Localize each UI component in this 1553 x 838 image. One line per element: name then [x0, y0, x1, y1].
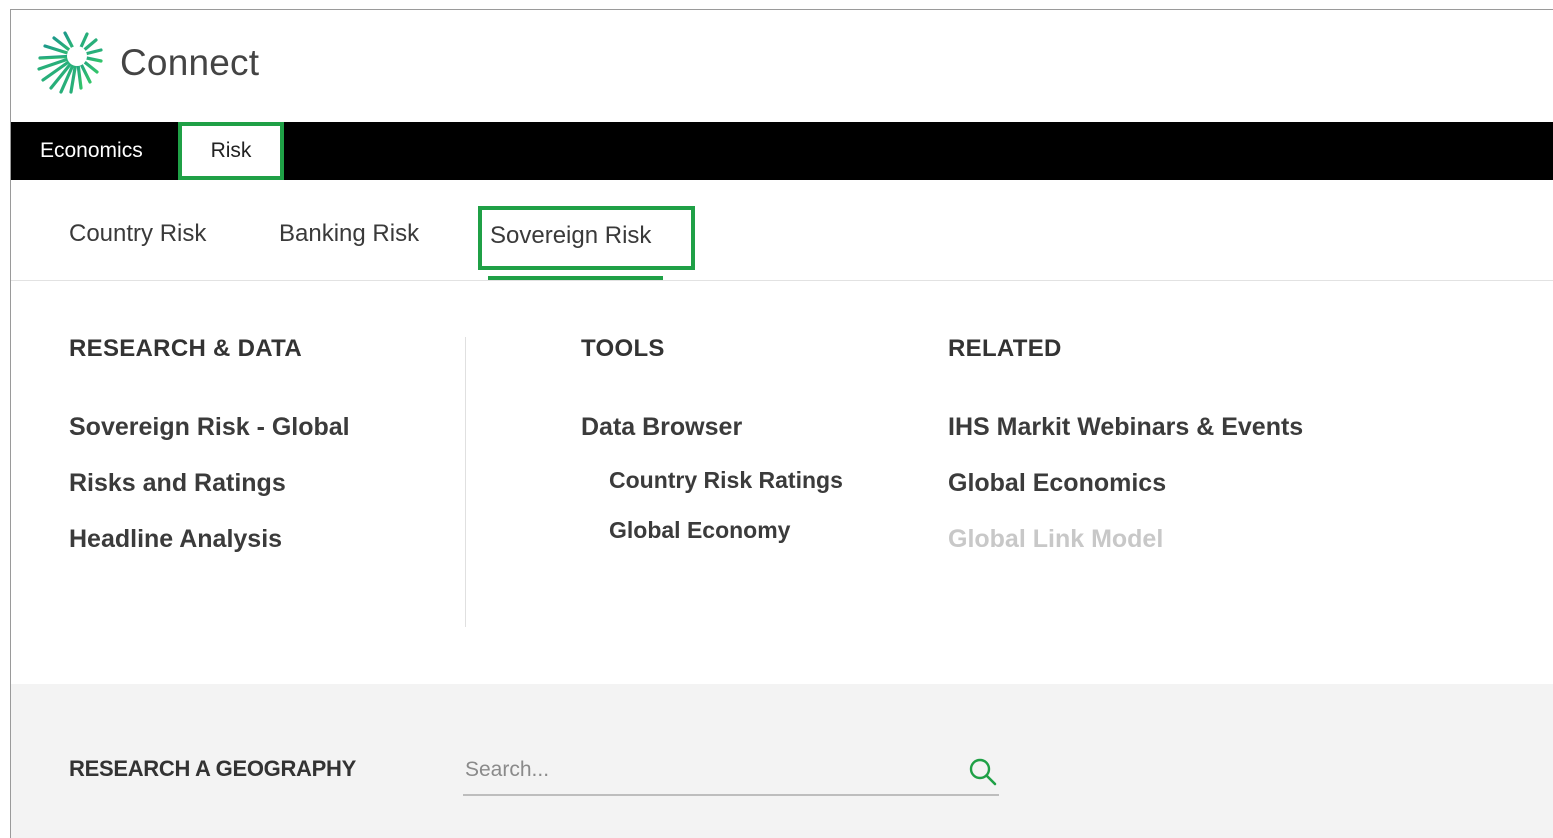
- link-webinars-events[interactable]: IHS Markit Webinars & Events: [948, 413, 1303, 442]
- app-header: Connect: [11, 10, 1553, 122]
- tab-country-risk[interactable]: Country Risk: [69, 220, 206, 248]
- logo-icon: [37, 30, 103, 94]
- app-title: Connect: [120, 42, 260, 83]
- link-headline-analysis[interactable]: Headline Analysis: [69, 525, 282, 554]
- top-nav: Economics Risk: [11, 122, 1553, 180]
- tools-heading: TOOLS: [581, 335, 665, 362]
- top-nav-economics[interactable]: Economics: [40, 122, 143, 180]
- search-input[interactable]: [463, 748, 945, 792]
- column-divider: [465, 337, 466, 627]
- search-icon[interactable]: [967, 756, 999, 788]
- related-heading: RELATED: [948, 335, 1062, 362]
- app-window: Connect Economics Risk Country Risk Bank…: [10, 9, 1553, 838]
- active-tab-indicator: [488, 276, 663, 280]
- sub-nav: Country Risk Banking Risk Sovereign Risk: [11, 180, 1553, 281]
- top-nav-risk[interactable]: Risk: [178, 122, 284, 180]
- tab-sovereign-risk[interactable]: Sovereign Risk: [478, 206, 695, 270]
- link-risks-and-ratings[interactable]: Risks and Ratings: [69, 469, 286, 498]
- geography-search: [463, 748, 999, 796]
- link-country-risk-ratings[interactable]: Country Risk Ratings: [609, 467, 843, 494]
- link-data-browser[interactable]: Data Browser: [581, 413, 742, 442]
- research-column: RESEARCH & DATA Sovereign Risk - Global …: [69, 335, 350, 553]
- research-heading: RESEARCH & DATA: [69, 335, 302, 362]
- geography-label: RESEARCH A GEOGRAPHY: [69, 756, 356, 781]
- link-global-economics[interactable]: Global Economics: [948, 469, 1166, 498]
- link-sovereign-risk-global[interactable]: Sovereign Risk - Global: [69, 413, 350, 442]
- related-column: RELATED IHS Markit Webinars & Events Glo…: [948, 335, 1303, 553]
- geography-search-band: RESEARCH A GEOGRAPHY: [11, 684, 1553, 838]
- tools-column: TOOLS Data Browser Country Risk Ratings …: [581, 335, 843, 543]
- link-global-link-model: Global Link Model: [948, 525, 1164, 553]
- tab-banking-risk[interactable]: Banking Risk: [279, 220, 419, 248]
- link-global-economy[interactable]: Global Economy: [609, 517, 790, 544]
